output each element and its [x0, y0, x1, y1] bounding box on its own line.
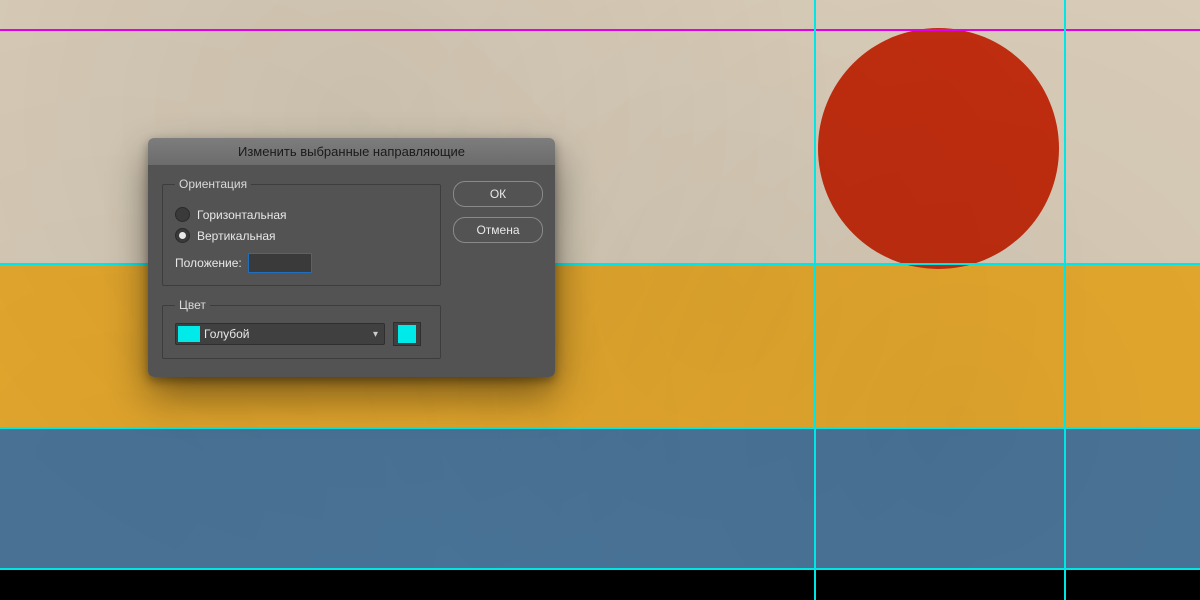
cancel-button[interactable]: Отмена: [453, 217, 543, 243]
stripe-blue: [0, 428, 1200, 570]
color-swatch-button[interactable]: [393, 322, 421, 346]
guide-vertical-cyan-2[interactable]: [1064, 0, 1066, 600]
position-label: Положение:: [175, 256, 242, 270]
dialog-buttons: ОК Отмена: [453, 177, 541, 359]
stripe-black: [0, 570, 1200, 600]
guide-vertical-cyan-1[interactable]: [814, 0, 816, 600]
radio-horizontal-label: Горизонтальная: [197, 208, 287, 222]
canvas-area[interactable]: Изменить выбранные направляющие Ориентац…: [0, 0, 1200, 600]
ok-button[interactable]: ОК: [453, 181, 543, 207]
position-row: Положение:: [175, 253, 428, 273]
chevron-down-icon: ▾: [373, 329, 382, 340]
color-swatch-mini: [178, 326, 200, 342]
orientation-group: Ориентация Горизонтальная Вертикальная П…: [162, 177, 441, 286]
radio-vertical-label: Вертикальная: [197, 229, 276, 243]
cancel-button-label: Отмена: [476, 223, 519, 237]
color-select[interactable]: Голубой ▾: [175, 323, 385, 345]
position-input[interactable]: [248, 253, 312, 273]
radio-icon: [175, 207, 190, 222]
color-legend: Цвет: [175, 298, 210, 312]
color-select-label: Голубой: [204, 327, 369, 341]
radio-horizontal[interactable]: Горизонтальная: [175, 207, 428, 222]
dialog-titlebar[interactable]: Изменить выбранные направляющие: [148, 138, 555, 165]
guide-horizontal-magenta[interactable]: [0, 29, 1200, 31]
dialog-title: Изменить выбранные направляющие: [238, 144, 465, 159]
guide-horizontal-cyan-3[interactable]: [0, 568, 1200, 570]
radio-vertical[interactable]: Вертикальная: [175, 228, 428, 243]
edit-guides-dialog: Изменить выбранные направляющие Ориентац…: [148, 138, 555, 377]
radio-icon: [175, 228, 190, 243]
ok-button-label: ОК: [490, 187, 506, 201]
guide-horizontal-cyan-2[interactable]: [0, 427, 1200, 429]
color-swatch-preview: [398, 325, 416, 343]
dialog-body: Ориентация Горизонтальная Вертикальная П…: [148, 165, 555, 377]
orientation-legend: Ориентация: [175, 177, 251, 191]
red-circle: [818, 28, 1059, 269]
color-group: Цвет Голубой ▾: [162, 298, 441, 359]
